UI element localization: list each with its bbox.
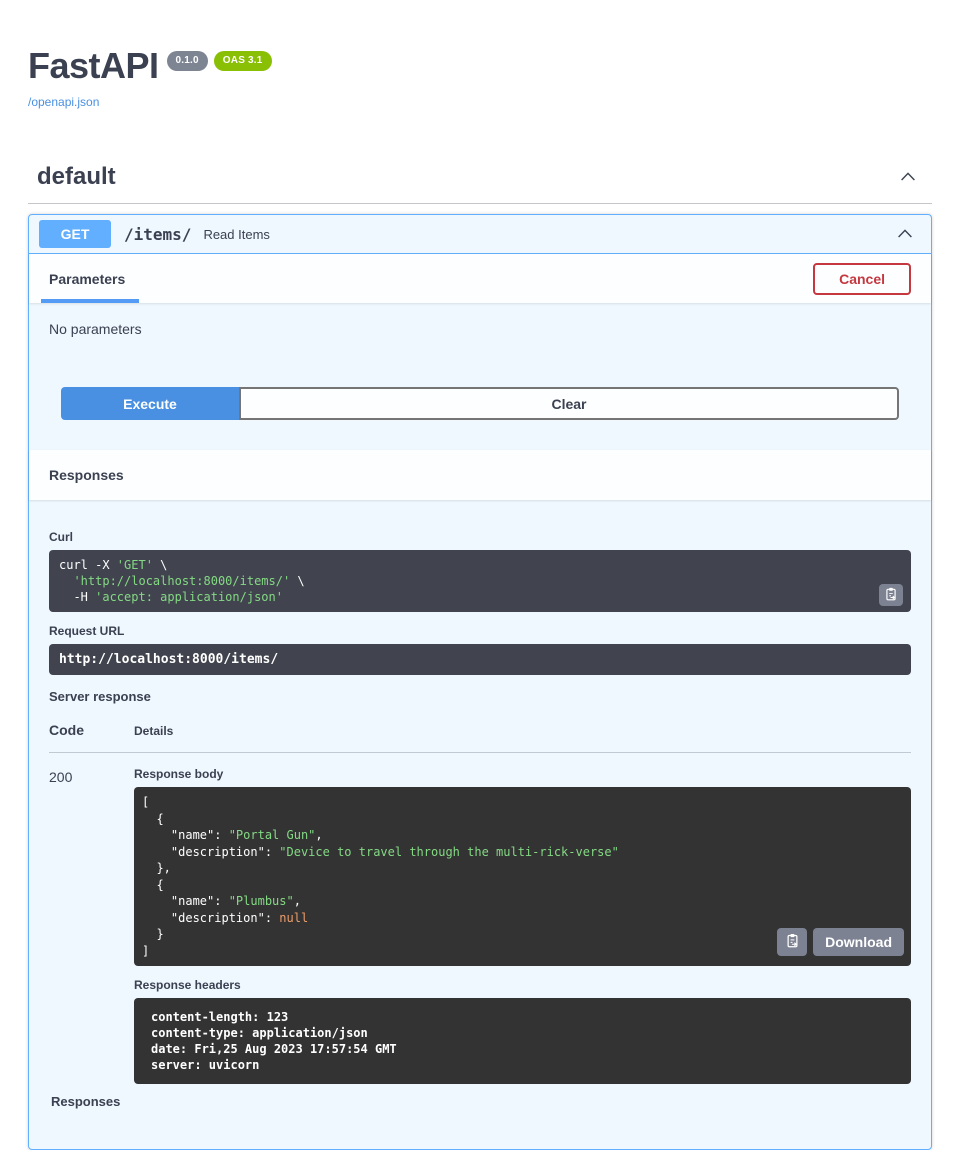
api-info-header: FastAPI 0.1.0 OAS 3.1 /openapi.json <box>28 48 932 111</box>
code-token: { <box>142 812 164 826</box>
download-button[interactable]: Download <box>813 928 904 956</box>
code-token: , <box>315 828 322 842</box>
code-token: curl -X <box>59 558 117 572</box>
execute-button[interactable]: Execute <box>61 387 239 420</box>
details-column-header: Details <box>134 724 173 738</box>
code-token: { <box>142 878 164 892</box>
badges: 0.1.0 OAS 3.1 <box>167 51 272 71</box>
version-badge: 0.1.0 <box>167 51 208 71</box>
code-token: ] <box>142 944 149 958</box>
code-token-string: 'GET' <box>117 558 153 572</box>
cancel-button[interactable]: Cancel <box>813 263 911 295</box>
code-token: , <box>294 894 301 908</box>
parameters-body: No parameters Execute Clear <box>29 303 931 450</box>
code-token-key: "description": <box>142 911 279 925</box>
code-token: \ <box>153 558 167 572</box>
response-headers-label: Response headers <box>134 978 911 992</box>
copy-response-button[interactable] <box>777 928 807 956</box>
chevron-up-icon <box>895 232 915 247</box>
code-line: "name": "Portal Gun", <box>142 827 901 844</box>
code-line: curl -X 'GET' \ <box>59 557 901 573</box>
response-details: Response body [ { "name": "Portal Gun", … <box>134 767 911 1084</box>
code-line: -H 'accept: application/json' <box>59 589 901 605</box>
code-line: { <box>142 877 901 894</box>
code-token-string: "Device to travel through the multi-rick… <box>279 845 619 859</box>
responses-title: Responses <box>49 467 124 483</box>
code-token-string: 'accept: application/json' <box>95 590 283 604</box>
table-divider <box>49 752 911 753</box>
code-line: "description": null <box>142 910 901 927</box>
tab-parameters[interactable]: Parameters <box>49 271 125 287</box>
tag-section-header[interactable]: default <box>28 163 932 204</box>
oas-badge: OAS 3.1 <box>214 51 272 71</box>
tag-title: default <box>37 163 116 191</box>
response-body-code-block: [ { "name": "Portal Gun", "description":… <box>134 787 911 966</box>
clear-button[interactable]: Clear <box>239 387 899 420</box>
code-token: [ <box>142 795 149 809</box>
curl-code-block: curl -X 'GET' \ 'http://localhost:8000/i… <box>49 550 911 612</box>
response-headers-block: content-length: 123content-type: applica… <box>134 998 911 1084</box>
operation-summary: Read Items <box>203 227 269 242</box>
code-token-key: "name": <box>142 894 229 908</box>
code-token: }, <box>142 861 171 875</box>
title-row: FastAPI 0.1.0 OAS 3.1 <box>28 48 932 84</box>
code-line: server: uvicorn <box>151 1057 901 1073</box>
opblock-summary[interactable]: GET /items/ Read Items <box>29 215 931 254</box>
code-column-header: Code <box>49 722 134 738</box>
code-token-null: null <box>279 911 308 925</box>
response-body-label: Response body <box>134 767 911 781</box>
active-tab-underline <box>41 299 139 303</box>
collapse-section-button[interactable] <box>892 167 924 187</box>
clipboard-copy-icon <box>884 587 898 604</box>
code-line: [ <box>142 794 901 811</box>
response-table-header: Code Details <box>49 722 911 738</box>
collapse-operation-button[interactable] <box>889 224 921 244</box>
no-parameters-text: No parameters <box>49 321 911 337</box>
request-url-value: http://localhost:8000/items/ <box>49 644 911 675</box>
code-token-key: "description": <box>142 845 279 859</box>
code-token-string: 'http://localhost:8000/items/' <box>59 574 290 588</box>
copy-curl-button[interactable] <box>879 584 903 606</box>
parameters-header: Parameters Cancel <box>29 254 931 303</box>
code-token-string: "Plumbus" <box>229 894 294 908</box>
code-line: }, <box>142 860 901 877</box>
status-code: 200 <box>49 767 134 1084</box>
responses-body: Curl curl -X 'GET' \ 'http://localhost:8… <box>29 500 931 1149</box>
operation-path: /items/ <box>124 225 191 244</box>
http-method-badge: GET <box>39 220 111 248</box>
tag-section-default: default GET /items/ Read Items Paramet <box>28 163 932 1150</box>
code-line: content-length: 123 <box>151 1009 901 1025</box>
curl-label: Curl <box>49 530 911 544</box>
code-token: -H <box>59 590 95 604</box>
server-response-label: Server response <box>49 689 911 704</box>
documented-responses-label: Responses <box>51 1094 911 1109</box>
code-line: "name": "Plumbus", <box>142 893 901 910</box>
clipboard-copy-icon <box>785 933 800 951</box>
code-line: date: Fri,25 Aug 2023 17:57:54 GMT <box>151 1041 901 1057</box>
code-token: \ <box>290 574 304 588</box>
code-line: 'http://localhost:8000/items/' \ <box>59 573 901 589</box>
code-line: { <box>142 811 901 828</box>
opblock-get-items: GET /items/ Read Items Parameters Cancel… <box>28 214 932 1150</box>
execute-row: Execute Clear <box>61 387 899 420</box>
code-line: content-type: application/json <box>151 1025 901 1041</box>
code-token-key: "name": <box>142 828 229 842</box>
code-token: } <box>142 927 164 941</box>
response-body-actions: Download <box>777 928 904 956</box>
code-line: "description": "Device to travel through… <box>142 844 901 861</box>
openapi-spec-link[interactable]: /openapi.json <box>28 95 99 109</box>
chevron-up-icon <box>898 175 918 190</box>
code-token-string: "Portal Gun" <box>229 828 316 842</box>
responses-header: Responses <box>29 450 931 500</box>
response-row: 200 Response body [ { "name": "Portal Gu… <box>49 767 911 1084</box>
request-url-label: Request URL <box>49 624 911 638</box>
api-title: FastAPI <box>28 48 159 84</box>
swagger-ui-page: FastAPI 0.1.0 OAS 3.1 /openapi.json defa… <box>0 0 960 1150</box>
